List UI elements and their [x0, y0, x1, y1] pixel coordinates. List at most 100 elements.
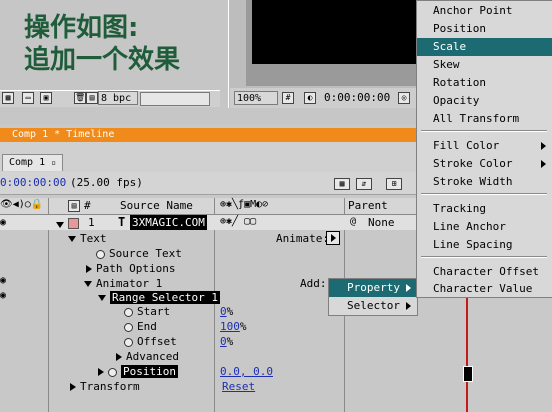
menu-item-stroke-width[interactable]: Stroke Width [417, 173, 552, 191]
end-row[interactable]: End [124, 319, 157, 334]
stopwatch-icon[interactable] [96, 249, 105, 259]
column-source-name[interactable]: Source Name [120, 199, 193, 212]
bpc-button[interactable]: 8 bpc [98, 91, 138, 105]
twirl-closed-icon[interactable] [116, 353, 122, 361]
viewer-timecode[interactable]: 0:00:00:00 [324, 90, 390, 106]
twirl-open-icon[interactable] [68, 236, 76, 242]
draft-3d-icon[interactable]: ⊞ [386, 178, 402, 190]
twirl-closed-icon[interactable] [70, 383, 76, 391]
menu-item-scale[interactable]: Scale [417, 38, 552, 56]
grid-icon[interactable]: # [282, 92, 294, 104]
current-time-indicator[interactable] [466, 298, 468, 412]
offset-value[interactable]: 0% [220, 334, 233, 349]
menu-item-rotation[interactable]: Rotation [417, 74, 552, 92]
pickwhip-icon[interactable]: @ [350, 216, 356, 227]
transform-row[interactable]: Transform [70, 379, 140, 394]
stopwatch-icon[interactable] [108, 367, 117, 377]
timeline-title: Comp 1 * Timeline [12, 129, 115, 140]
new-comp-icon[interactable]: ▣ [40, 92, 52, 104]
layer-name[interactable]: 3XMAGIC.COM [130, 215, 207, 230]
twirl-open-icon[interactable] [98, 295, 106, 301]
visibility-icon[interactable]: ◉ [0, 290, 6, 301]
path-options-row[interactable]: Path Options [86, 261, 175, 276]
keyframe-marker[interactable] [463, 366, 473, 382]
range-selector-label: Range Selector 1 [110, 291, 220, 304]
caption-line-2: 追加一个效果 [24, 45, 181, 75]
interpret-footage-icon[interactable]: ▦ [2, 92, 14, 104]
current-time-display[interactable]: 0:00:00:00 [0, 176, 66, 189]
new-folder-icon[interactable]: ▭ [22, 92, 34, 104]
offset-row[interactable]: Offset [124, 334, 177, 349]
menu-item-fill-color[interactable]: Fill Color [417, 137, 552, 155]
stopwatch-icon[interactable] [124, 307, 133, 317]
project-scrollbar[interactable] [140, 92, 210, 106]
menu-separator [421, 130, 547, 132]
menu-item-property[interactable]: Property [329, 279, 417, 297]
caption-overlay: 操作如图: 追加一个效果 [24, 12, 180, 76]
source-text-row[interactable]: Source Text [96, 246, 182, 261]
zoom-dropdown[interactable]: 100% [234, 91, 278, 105]
transform-reset-link[interactable]: Reset [222, 379, 255, 394]
menu-item-line-spacing[interactable]: Line Spacing [417, 236, 552, 254]
comp-marker-icon[interactable]: ▦ [334, 178, 350, 190]
live-update-icon[interactable]: ⇵ [356, 178, 372, 190]
stopwatch-icon[interactable] [124, 322, 133, 332]
column-divider [214, 198, 215, 412]
submenu-arrow-icon [406, 302, 411, 310]
menu-item-tracking[interactable]: Tracking [417, 200, 552, 218]
end-value[interactable]: 100% [220, 319, 247, 334]
menu-item-anchor-point[interactable]: Anchor Point [417, 2, 552, 20]
menu-item-character-value[interactable]: Character Value [417, 281, 552, 297]
menu-item-stroke-color[interactable]: Stroke Color [417, 155, 552, 173]
animate-menu-button[interactable] [326, 231, 340, 245]
label-color-swatch[interactable] [68, 218, 79, 229]
layer-switches[interactable]: ⊕✱╱ ▢▢ [220, 216, 256, 227]
menu-item-opacity[interactable]: Opacity [417, 92, 552, 110]
tab-menu-icon[interactable]: ▫ [51, 158, 56, 167]
menu-item-skew[interactable]: Skew [417, 56, 552, 74]
stopwatch-icon[interactable] [124, 337, 133, 347]
visibility-icon[interactable]: ◉ [0, 275, 6, 286]
animator-row[interactable]: Animator 1 [84, 276, 162, 291]
label-column-icon[interactable]: ▤ [68, 200, 80, 212]
composition-viewer[interactable] [252, 0, 418, 64]
twirl-open-icon[interactable] [84, 281, 92, 287]
advanced-row[interactable]: Advanced [116, 349, 179, 364]
property-menu: Anchor Point Position Scale Skew Rotatio… [416, 0, 552, 298]
visibility-icon[interactable]: ◉ [0, 217, 6, 228]
start-value[interactable]: 0% [220, 304, 233, 319]
text-layer-icon: T [118, 215, 126, 229]
transform-label: Transform [80, 380, 140, 393]
menu-item-character-offset[interactable]: Character Offset [417, 263, 552, 281]
source-text-label: Source Text [109, 247, 182, 260]
menu-item-all-transform[interactable]: All Transform [417, 110, 552, 128]
column-divider [48, 198, 49, 412]
text-group-row[interactable]: Text [68, 231, 107, 246]
color-depth-icon[interactable]: ▤ [86, 92, 98, 104]
menu-item-selector[interactable]: Selector [329, 297, 417, 315]
switches-column-icons[interactable]: ⊕✱╲ƒ▣M◐⊘ [220, 199, 268, 210]
tab-comp-1[interactable]: Comp 1 ▫ [2, 154, 63, 171]
position-value[interactable]: 0.0, 0.0 [220, 364, 273, 379]
start-row[interactable]: Start [124, 304, 170, 319]
av-switches-icon[interactable]: 👁◀)○🔒 [0, 199, 43, 210]
column-parent[interactable]: Parent [348, 199, 388, 212]
range-selector-row[interactable]: Range Selector 1 [98, 290, 220, 305]
trash-icon[interactable]: 🗑 [74, 92, 86, 104]
menu-item-position[interactable]: Position [417, 20, 552, 38]
column-number[interactable]: # [84, 199, 91, 212]
caption-line-1: 操作如图: [24, 13, 139, 43]
path-options-label: Path Options [96, 262, 176, 275]
menu-item-line-anchor[interactable]: Line Anchor [417, 218, 552, 236]
advanced-label: Advanced [126, 350, 179, 363]
timeline-graph-area[interactable] [460, 298, 552, 412]
parent-dropdown[interactable]: None [368, 216, 395, 229]
submenu-arrow-icon [406, 284, 411, 292]
layer-twirl-icon[interactable] [56, 218, 68, 231]
mask-icon[interactable]: ◐ [304, 92, 316, 104]
snapshot-icon[interactable]: ◎ [398, 92, 410, 104]
position-row[interactable]: Position [98, 364, 178, 379]
twirl-closed-icon[interactable] [86, 265, 92, 273]
twirl-closed-icon[interactable] [98, 368, 104, 376]
add-submenu: Property Selector [328, 278, 418, 316]
